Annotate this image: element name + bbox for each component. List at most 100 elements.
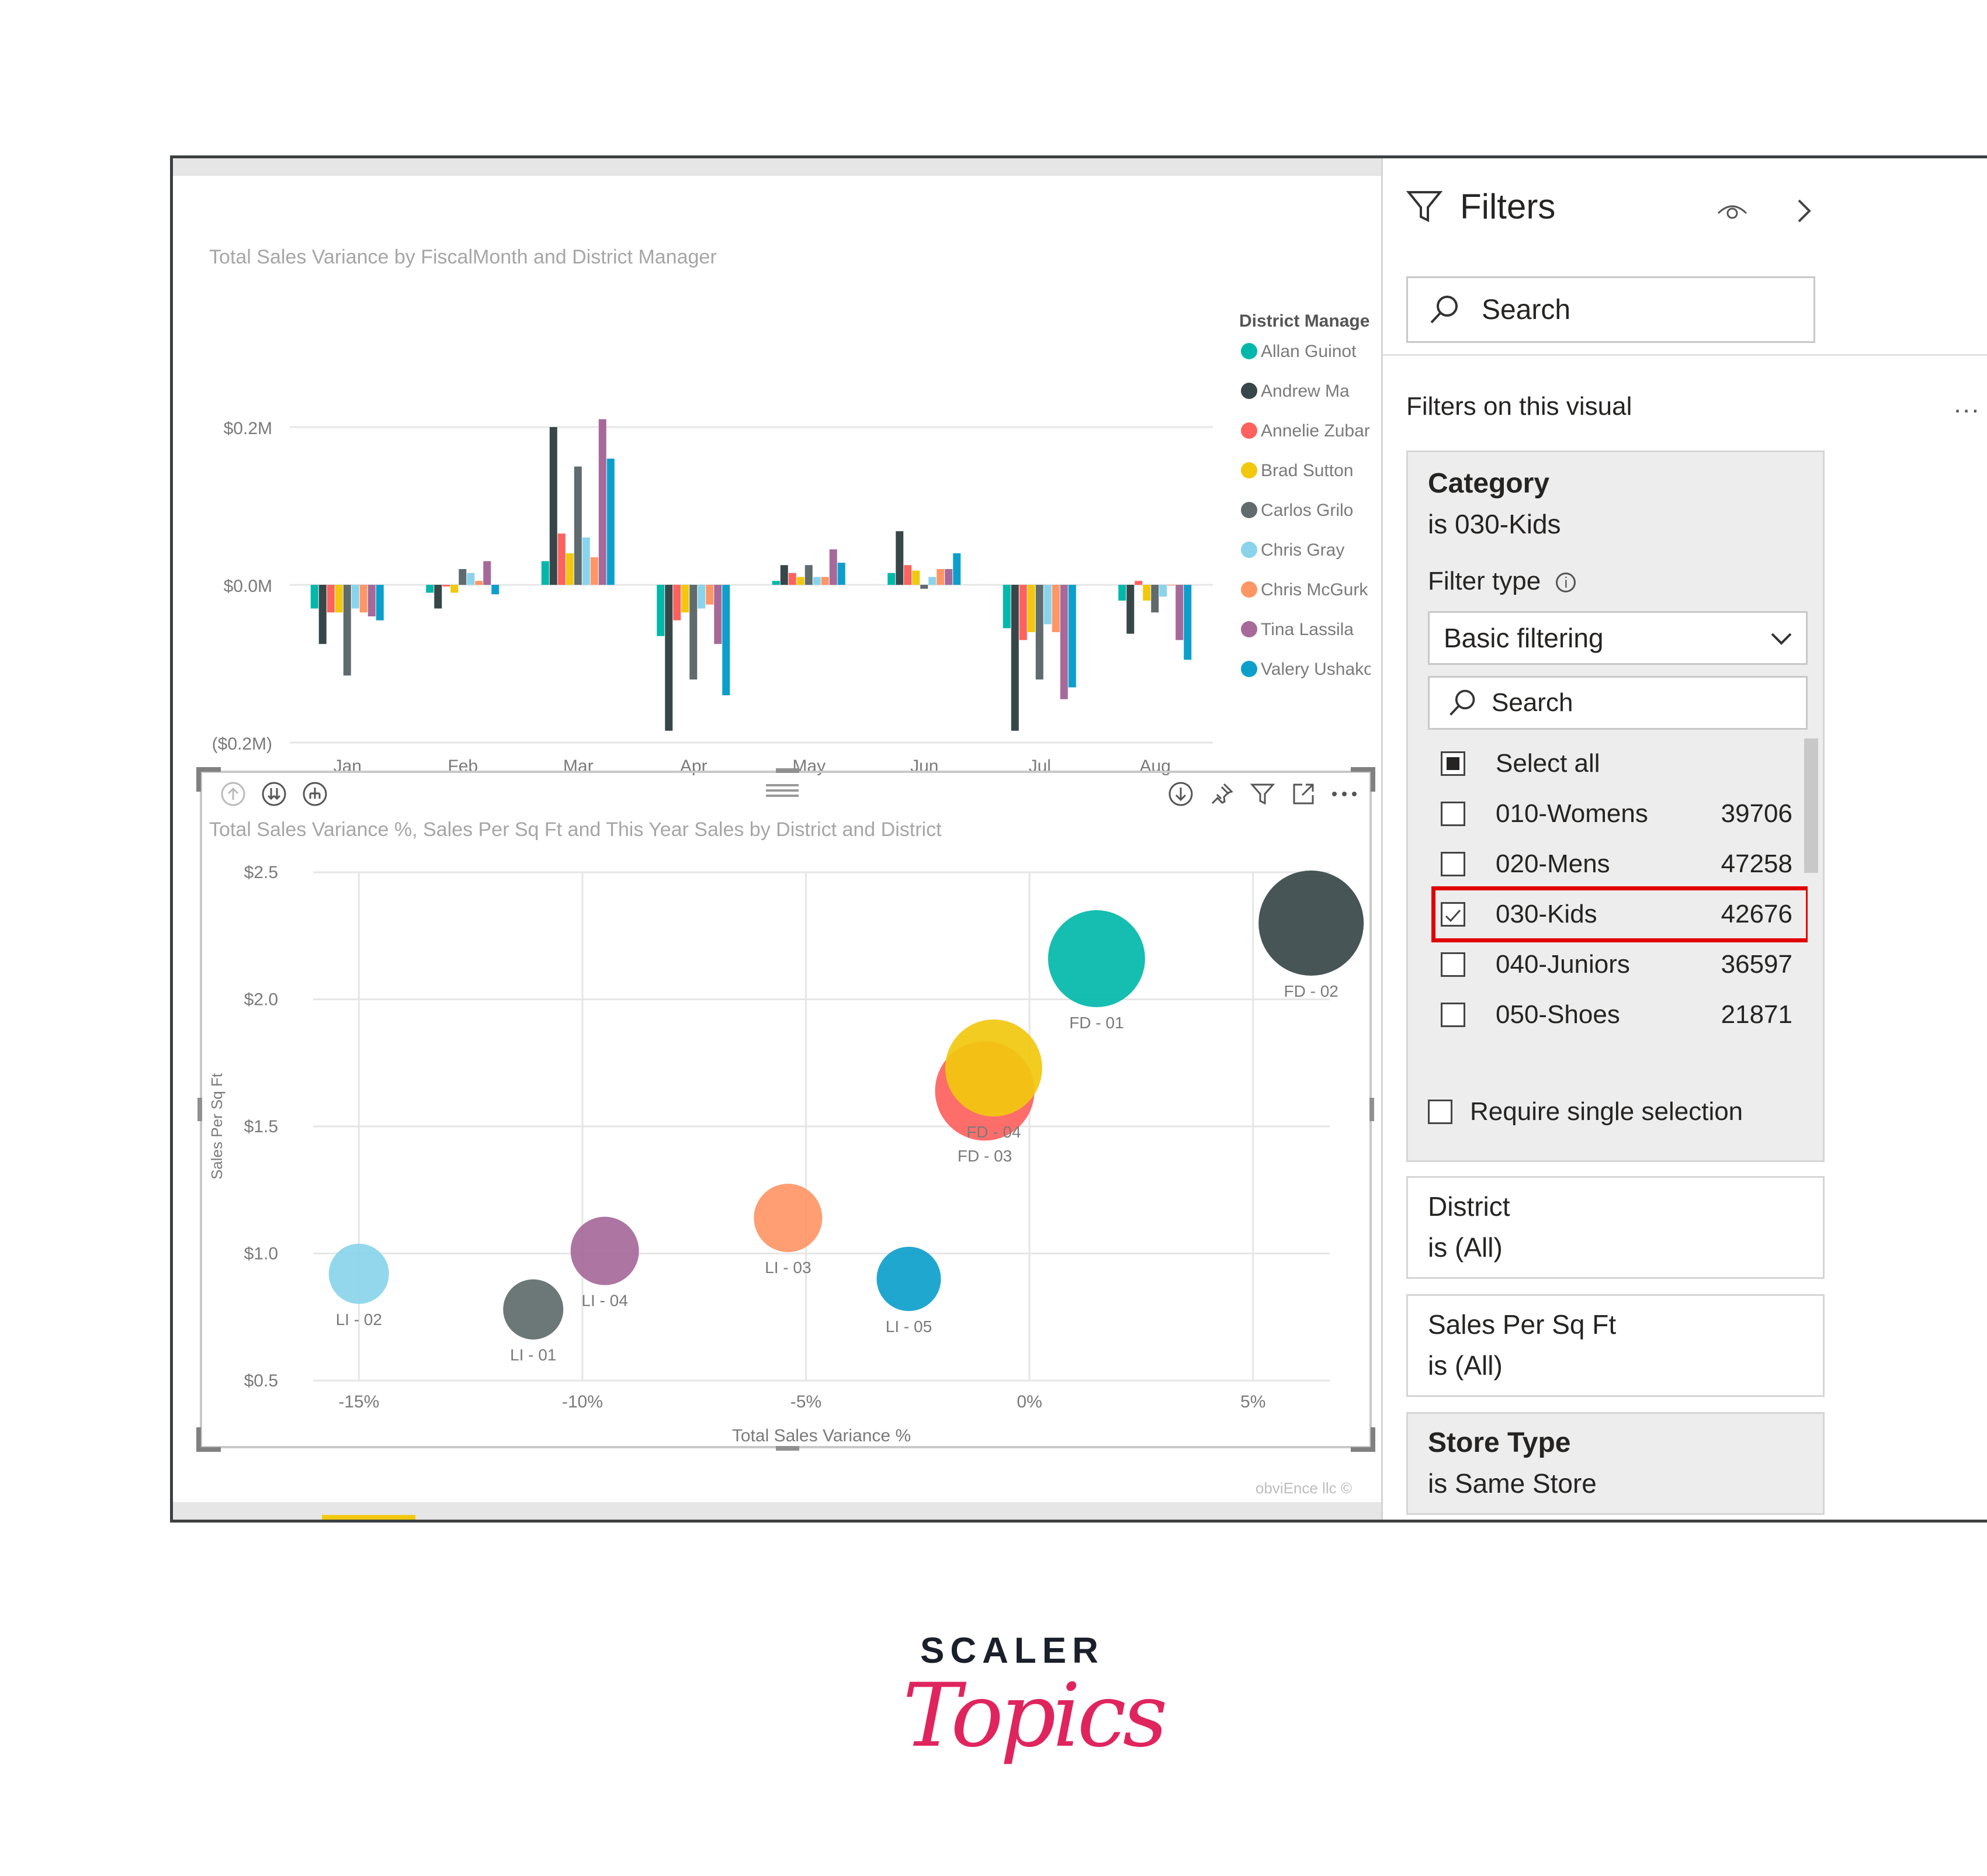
selected-item-highlight: [1431, 886, 1808, 942]
category-list-scrollbar[interactable]: [1804, 738, 1818, 873]
filter-type-value: Basic filtering: [1444, 623, 1604, 653]
resize-handle-top-left[interactable]: [196, 767, 221, 792]
bar: [953, 553, 961, 585]
filter-list-item[interactable]: 060-Intimate13232: [1428, 1040, 1792, 1048]
legend-marker: [1241, 661, 1257, 677]
sales-per-sqft-filter-card[interactable]: Sales Per Sq Ft is (All): [1406, 1294, 1825, 1397]
drill-up-icon[interactable]: [219, 779, 248, 809]
filter-item-label: Select all: [1496, 749, 1600, 778]
scatter-chart[interactable]: $2.5 $2.0 $1.5 $1.0 $0.5 -15% -10% -5% 0% 5% Total…: [202, 837, 1369, 1445]
focus-mode-icon[interactable]: [1289, 779, 1318, 809]
more-options-icon[interactable]: [1330, 779, 1359, 809]
scatter-bubble: [1258, 871, 1364, 976]
bubble-label: LI - 03: [765, 1258, 811, 1277]
bar: [606, 459, 615, 585]
bar-legend-title: District Manager: [1239, 311, 1371, 331]
filter-item-checkbox[interactable]: [1441, 1003, 1465, 1027]
resize-handle-top[interactable]: [776, 768, 799, 773]
bubble-label: FD - 02: [1284, 982, 1338, 1000]
bar: [813, 577, 821, 585]
bar-chart[interactable]: $0.2M$0.0M($0.2M)Jan Feb Mar Apr May Jun Jul Au…: [173, 269, 1371, 783]
filter-item-checkbox[interactable]: [1441, 952, 1465, 977]
bar: [1019, 585, 1027, 640]
chevron-down-icon: [1771, 633, 1792, 645]
district-filter-card[interactable]: District is (All): [1406, 1176, 1825, 1279]
legend-label: Valery Ushakov: [1261, 660, 1371, 679]
filter-list-item[interactable]: 020-Mens 47258: [1428, 839, 1792, 889]
drill-down-all-icon[interactable]: [259, 779, 289, 809]
scatter-y-tick-label: $1.5: [244, 1117, 278, 1136]
powerbi-window: Total Sales Variance by FiscalMonth and …: [170, 155, 1987, 1523]
filter-item-label: 010-Womens: [1496, 799, 1648, 828]
bar: [359, 585, 367, 613]
bar: [557, 533, 566, 585]
resize-handle-bottom[interactable]: [776, 1446, 799, 1451]
category-card-title: Category: [1428, 468, 1550, 499]
filters-search-input[interactable]: Search: [1406, 276, 1815, 343]
bar: [434, 585, 442, 609]
scatter-bubble: [1048, 910, 1145, 1007]
expand-hierarchy-icon[interactable]: [300, 779, 330, 809]
bar: [912, 570, 920, 585]
bar: [343, 585, 351, 676]
resize-handle-left[interactable]: [197, 1098, 202, 1121]
bar: [310, 585, 318, 609]
filters-search-placeholder: Search: [1482, 294, 1571, 325]
bar: [549, 427, 557, 585]
filter-item-count: 39706: [1721, 799, 1792, 828]
scatter-visual-frame[interactable]: Total Sales Variance %, Sales Per Sq Ft …: [196, 767, 1375, 1452]
filter-list-item[interactable]: 040-Juniors 36597: [1428, 939, 1792, 990]
resize-handle-right[interactable]: [1369, 1098, 1374, 1121]
drag-grip-icon[interactable]: [766, 781, 799, 801]
filter-list-item[interactable]: Select all: [1428, 738, 1792, 789]
bar: [796, 577, 804, 585]
scatter-bubble: [945, 1019, 1042, 1116]
bar: [804, 565, 813, 585]
category-value-list: Select all 010-Womens 39706 020-Mens 47258 03…: [1428, 738, 1808, 1048]
bar: [475, 581, 483, 585]
filter-item-checkbox[interactable]: [1441, 852, 1465, 876]
require-single-checkbox[interactable]: [1428, 1100, 1452, 1124]
bar: [1175, 585, 1184, 640]
legend-label: Chris McGurk: [1261, 580, 1368, 599]
category-search-input[interactable]: Search: [1428, 676, 1808, 730]
scatter-y-tick-label: $0.5: [244, 1371, 278, 1390]
storetype-card-value: is Same Store: [1428, 1468, 1597, 1499]
export-download-icon[interactable]: [1166, 779, 1195, 809]
require-single-selection[interactable]: Require single selection: [1428, 1097, 1743, 1126]
category-filter-card[interactable]: Category is 030-Kids Filter type i Basic…: [1406, 450, 1825, 1162]
filter-list-item[interactable]: 050-Shoes 21871: [1428, 990, 1792, 1040]
legend-label: Andrew Ma: [1261, 382, 1350, 401]
filter-type-dropdown[interactable]: Basic filtering: [1428, 611, 1808, 665]
legend-label: Allan Guinot: [1261, 342, 1357, 361]
bubble-label: LI - 02: [336, 1310, 382, 1329]
bar: [483, 561, 491, 585]
pin-icon[interactable]: [1207, 779, 1236, 809]
logo-topics-text: Topics: [903, 1665, 1168, 1767]
scatter-bubble: [876, 1247, 941, 1311]
scatter-y-tick-label: $2.5: [244, 863, 278, 882]
bar-y-tick-label: $0.2M: [224, 419, 272, 438]
filter-type-label: Filter type: [1428, 567, 1541, 595]
eye-icon[interactable]: [1716, 199, 1749, 226]
bar: [450, 585, 459, 593]
legend-label: Brad Sutton: [1261, 461, 1353, 480]
scatter-bubble: [328, 1243, 389, 1304]
filter-icon[interactable]: [1248, 779, 1277, 809]
info-icon[interactable]: i: [1556, 573, 1576, 593]
bar: [598, 419, 606, 585]
scaler-topics-logo: SCALER Topics: [903, 1630, 1168, 1782]
store-type-filter-card[interactable]: Store Type is Same Store: [1406, 1412, 1825, 1515]
filters-more-options[interactable]: ...: [1954, 390, 1981, 419]
filter-item-checkbox[interactable]: [1441, 751, 1465, 776]
filter-item-checkbox[interactable]: [1441, 802, 1465, 826]
bar: [351, 585, 359, 609]
bar: [1159, 585, 1167, 597]
bar: [722, 585, 730, 695]
bar: [1003, 585, 1011, 629]
legend-marker: [1241, 502, 1257, 518]
filter-list-item[interactable]: 010-Womens 39706: [1428, 789, 1792, 839]
legend-label: Chris Gray: [1261, 540, 1344, 560]
collapse-chevron-icon[interactable]: [1792, 196, 1815, 229]
storetype-card-title: Store Type: [1428, 1427, 1571, 1458]
